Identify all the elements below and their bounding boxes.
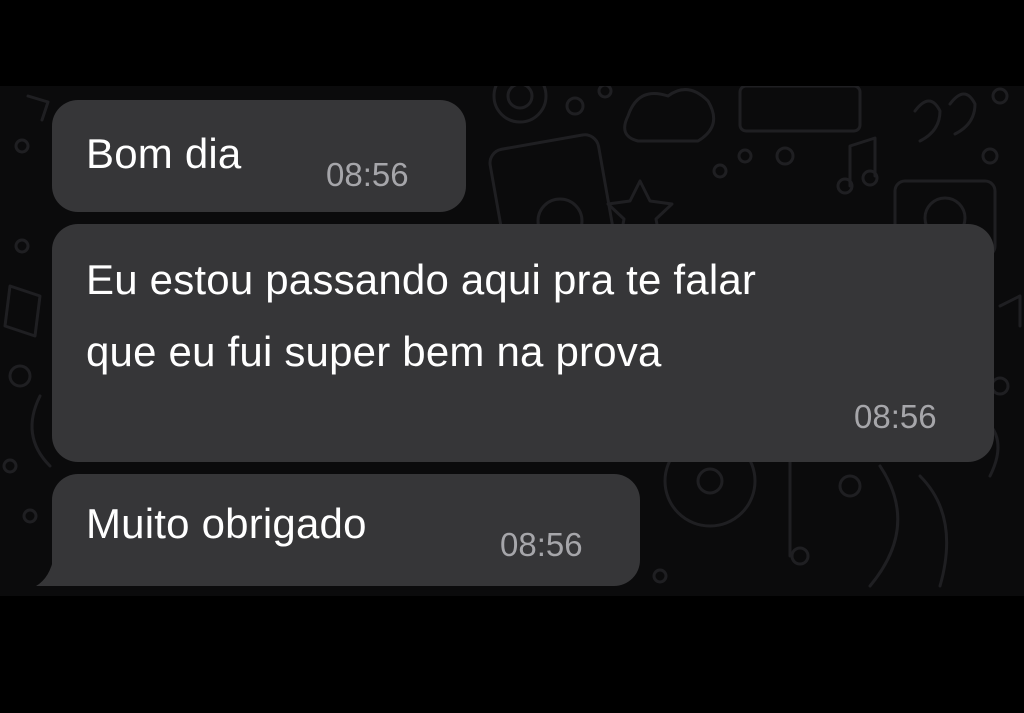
message-timestamp: 08:56 xyxy=(854,398,937,435)
message-bubble[interactable]: Muito obrigado 08:56 xyxy=(52,474,640,586)
message-text: Bom dia xyxy=(86,130,242,177)
message-bubble[interactable]: Eu estou passando aqui pra te falar que … xyxy=(52,224,994,462)
message-text: Muito obrigado xyxy=(86,500,367,547)
chat-screen: Bom dia 08:56 Eu estou passando aqui pra… xyxy=(0,0,1024,713)
message-text-line: que eu fui super bem na prova xyxy=(86,328,662,375)
chat-message-area[interactable]: Bom dia 08:56 Eu estou passando aqui pra… xyxy=(0,86,1024,596)
message-timestamp: 08:56 xyxy=(326,156,409,193)
message-bubble[interactable]: Bom dia 08:56 xyxy=(52,100,466,212)
message-text-line: Eu estou passando aqui pra te falar xyxy=(86,256,757,303)
message-timestamp: 08:56 xyxy=(500,526,583,563)
